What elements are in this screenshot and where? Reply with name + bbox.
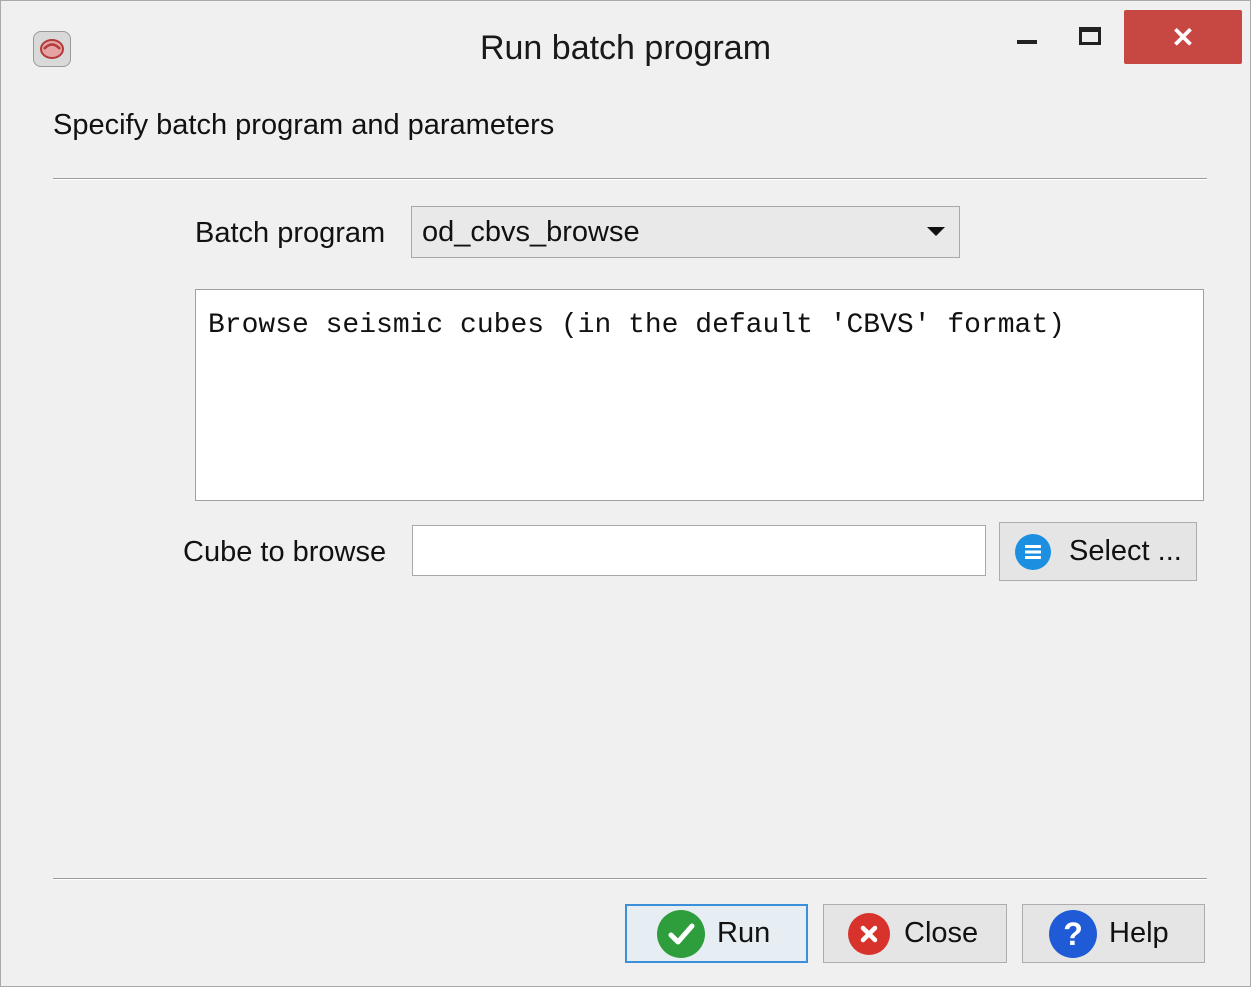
- run-button[interactable]: Run: [625, 904, 808, 963]
- maximize-button[interactable]: [1066, 15, 1110, 59]
- window-title: Run batch program: [479, 29, 772, 67]
- dialog-header-text: Specify batch program and parameters: [53, 109, 555, 141]
- close-icon: ✕: [1171, 21, 1195, 53]
- select-button-label: Select ...: [1069, 535, 1182, 567]
- batch-program-label: Batch program: [195, 217, 386, 249]
- batch-program-combobox[interactable]: od_cbvs_browse: [411, 206, 960, 258]
- help-icon: ?: [1049, 909, 1097, 958]
- window-close-button[interactable]: ✕: [1124, 10, 1242, 64]
- title-bar: Run batch program ✕: [1, 1, 1250, 91]
- close-button-label: Close: [904, 917, 979, 949]
- run-button-label: Run: [717, 917, 771, 949]
- list-icon: [1015, 533, 1051, 570]
- help-button[interactable]: ? Help: [1022, 904, 1205, 963]
- select-cube-button[interactable]: Select ...: [999, 522, 1197, 581]
- cube-to-browse-input[interactable]: [412, 525, 986, 576]
- batch-program-value: od_cbvs_browse: [422, 215, 640, 248]
- program-description-text: Browse seismic cubes (in the default 'CB…: [208, 310, 1065, 341]
- checkmark-icon: [657, 909, 705, 958]
- footer-divider: [53, 878, 1207, 880]
- close-circle-icon: [848, 912, 890, 955]
- minimize-button[interactable]: [1006, 15, 1050, 59]
- run-batch-program-dialog: Run batch program ✕ Specify batch progra…: [0, 0, 1251, 987]
- program-description-box[interactable]: Browse seismic cubes (in the default 'CB…: [195, 289, 1204, 501]
- close-button[interactable]: Close: [823, 904, 1007, 963]
- header-divider: [53, 178, 1207, 180]
- cube-to-browse-label: Cube to browse: [183, 536, 387, 568]
- chevron-down-icon: [927, 227, 945, 236]
- help-button-label: Help: [1109, 917, 1169, 949]
- svg-text:?: ?: [1063, 917, 1083, 951]
